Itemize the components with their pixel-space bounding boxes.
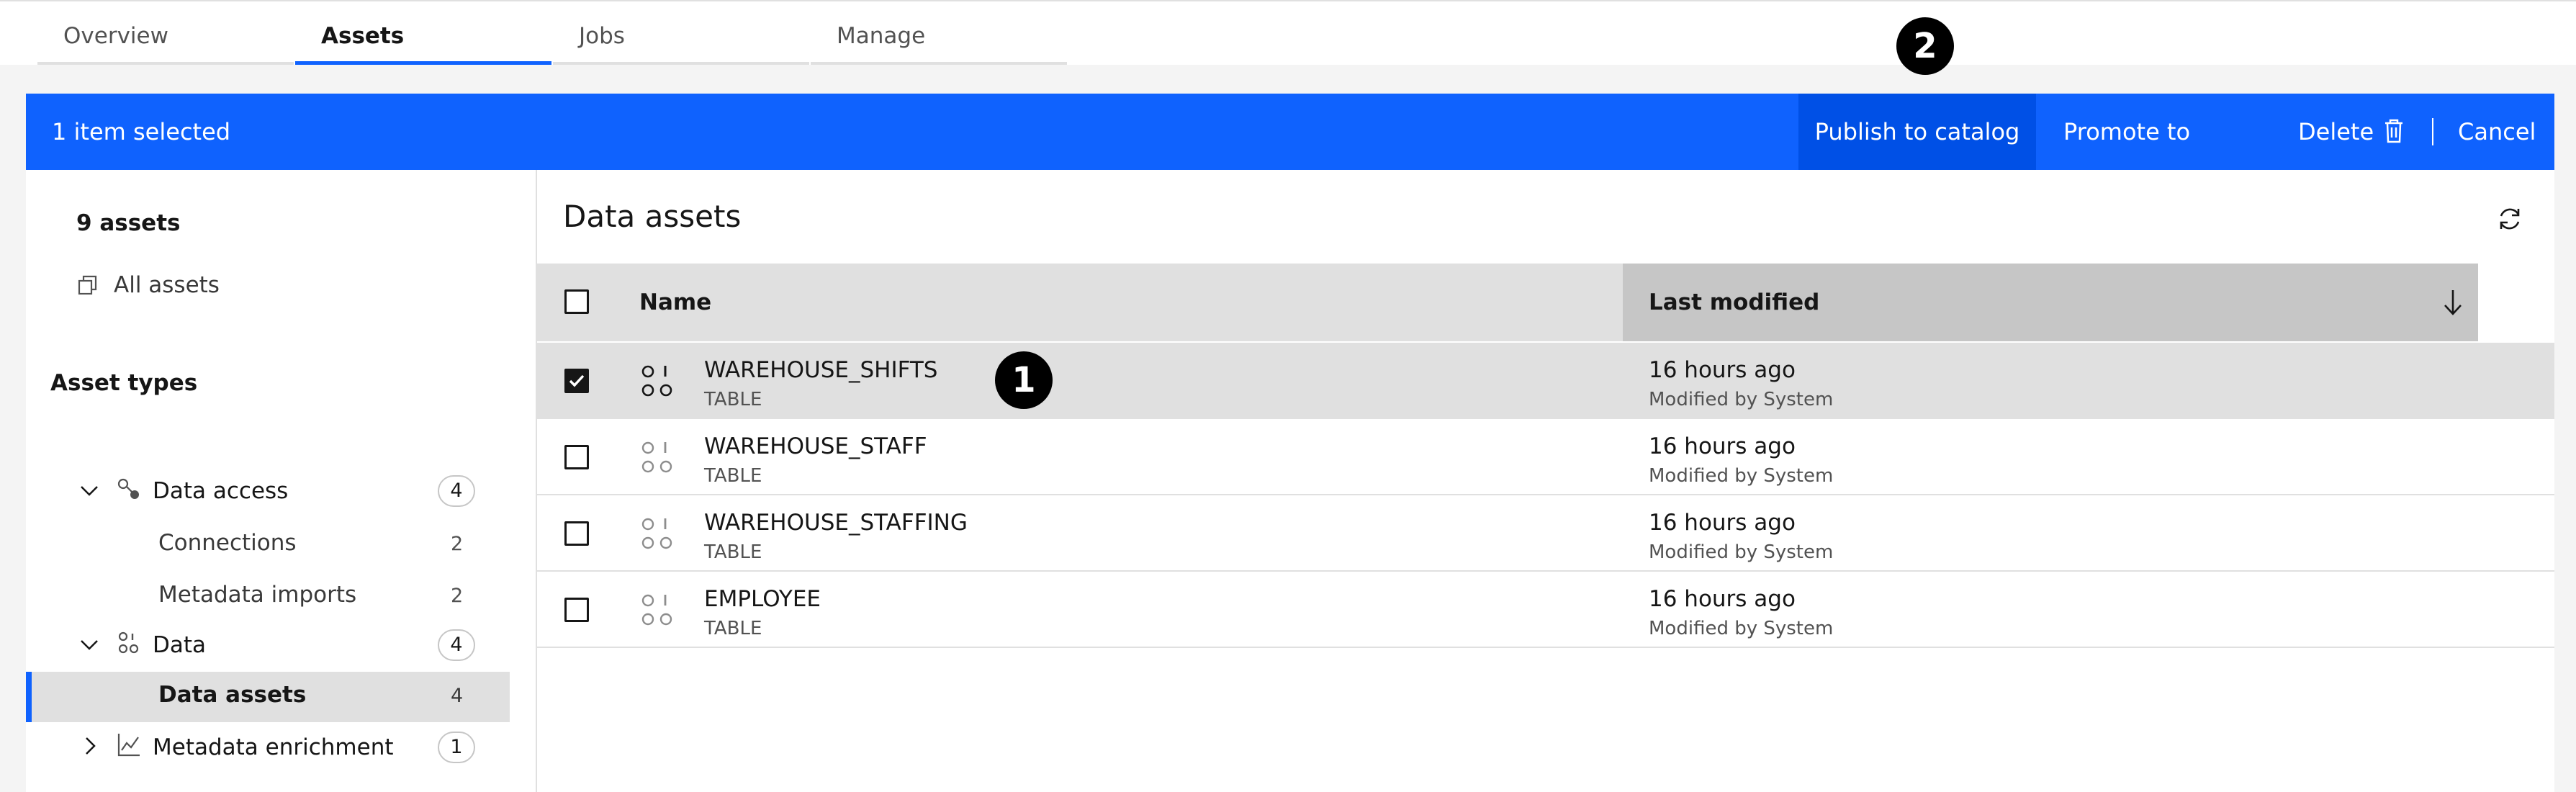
tab-label: Overview xyxy=(63,23,168,49)
asset-name[interactable]: WAREHOUSE_SHIFTS xyxy=(704,357,938,383)
data-count-pill: 4 xyxy=(438,629,475,661)
tab-bar: Overview Assets Jobs Manage xyxy=(0,0,2576,65)
row-checkbox[interactable] xyxy=(564,445,589,469)
data-label: Data xyxy=(153,632,207,658)
table-asset-icon xyxy=(641,594,672,626)
callout-badge-1: 1 xyxy=(995,351,1053,409)
modified-by: Modified by System xyxy=(1649,618,1834,639)
modified-by: Modified by System xyxy=(1649,465,1834,487)
delete-label: Delete xyxy=(2298,118,2374,145)
chevron-right-icon xyxy=(86,737,96,755)
trash-icon xyxy=(2385,119,2402,143)
tab-overview[interactable]: Overview xyxy=(37,3,294,65)
asset-count: 9 assets xyxy=(76,210,181,236)
publish-label: Publish to catalog xyxy=(1814,118,2020,145)
asset-name[interactable]: WAREHOUSE_STAFFING xyxy=(704,510,968,536)
delete-button[interactable]: Delete xyxy=(2298,94,2413,170)
cancel-button[interactable]: Cancel xyxy=(2458,94,2544,170)
selected-count: 1 item selected xyxy=(52,118,231,145)
data-assets-label: Data assets xyxy=(158,682,307,708)
tree-item-metadata-imports[interactable]: Metadata imports xyxy=(158,582,356,608)
metadata-enrichment-count-pill: 1 xyxy=(438,732,475,763)
action-divider xyxy=(2432,118,2433,145)
all-assets-link[interactable]: All assets xyxy=(76,271,364,314)
last-modified-value: 16 hours ago xyxy=(1649,357,1796,383)
asset-types-heading: Asset types xyxy=(50,370,198,396)
connections-count: 2 xyxy=(451,533,464,555)
column-header-name[interactable]: Name xyxy=(639,264,711,341)
asset-filter-sidebar: 9 assets All assets Asset types Data acc… xyxy=(26,170,537,792)
data-assets-count: 4 xyxy=(451,685,464,707)
batch-action-bar: 1 item selected Publish to catalog Promo… xyxy=(26,94,2554,222)
sort-descending-icon xyxy=(2444,290,2462,315)
row-checkbox[interactable] xyxy=(564,521,589,546)
last-modified-value: 16 hours ago xyxy=(1649,510,1796,536)
asset-name[interactable]: EMPLOYEE xyxy=(704,586,821,612)
tab-label: Jobs xyxy=(579,23,625,49)
asset-type: TABLE xyxy=(704,465,762,487)
asset-type: TABLE xyxy=(704,541,762,563)
data-access-label: Data access xyxy=(153,478,289,504)
data-access-count-pill: 4 xyxy=(438,475,475,507)
asset-type: TABLE xyxy=(704,618,762,639)
page-title: Data assets xyxy=(563,199,742,234)
row-checkbox[interactable] xyxy=(564,598,589,622)
asset-name[interactable]: WAREHOUSE_STAFF xyxy=(704,433,927,459)
table-row[interactable]: WAREHOUSE_STAFFING TABLE 16 hours ago Mo… xyxy=(537,495,2554,572)
data-access-icon xyxy=(117,478,139,499)
promote-to-space-button[interactable]: Promote to space xyxy=(2063,94,2265,222)
modified-by: Modified by System xyxy=(1649,541,1834,563)
data-assets-panel: Data assets Name Last modified WAREHOUSE… xyxy=(537,170,2554,792)
table-header: Name Last modified xyxy=(537,264,2478,341)
chevron-down-icon xyxy=(81,640,98,650)
publish-to-catalog-button[interactable]: Publish to catalog xyxy=(1798,94,2036,170)
cancel-label: Cancel xyxy=(2458,118,2536,145)
tab-label: Assets xyxy=(321,23,405,49)
table-row[interactable]: EMPLOYEE TABLE 16 hours ago Modified by … xyxy=(537,572,2554,648)
callout-badge-2: 2 xyxy=(1896,17,1954,75)
last-modified-value: 16 hours ago xyxy=(1649,433,1796,459)
tab-manage[interactable]: Manage xyxy=(811,3,1067,65)
tab-assets[interactable]: Assets xyxy=(295,3,551,65)
last-modified-value: 16 hours ago xyxy=(1649,586,1796,612)
last-modified-label: Last modified xyxy=(1649,289,1820,315)
all-assets-label: All assets xyxy=(114,272,220,298)
copy-icon xyxy=(78,275,97,295)
chart-icon xyxy=(117,734,140,757)
tree-item-data-assets[interactable]: Data assets 4 xyxy=(26,672,510,722)
tab-jobs[interactable]: Jobs xyxy=(553,3,809,65)
asset-type: TABLE xyxy=(704,389,762,410)
refresh-icon[interactable] xyxy=(2494,203,2526,235)
tab-label: Manage xyxy=(837,23,926,49)
tree-item-connections[interactable]: Connections xyxy=(158,530,297,556)
metadata-enrichment-label: Metadata enrichment xyxy=(153,734,394,760)
row-checkbox[interactable] xyxy=(564,369,589,393)
modified-by: Modified by System xyxy=(1649,389,1834,410)
checkmark-icon xyxy=(569,374,585,387)
table-asset-icon xyxy=(641,518,672,549)
table-row[interactable]: WAREHOUSE_STAFF TABLE 16 hours ago Modif… xyxy=(537,419,2554,495)
select-all-checkbox[interactable] xyxy=(564,289,589,314)
metadata-imports-count: 2 xyxy=(451,585,464,607)
column-header-last-modified[interactable]: Last modified xyxy=(1623,264,2478,341)
chevron-down-icon xyxy=(81,486,98,496)
data-icon xyxy=(118,631,139,654)
table-asset-icon xyxy=(641,441,672,473)
table-asset-icon xyxy=(641,365,672,397)
table-row[interactable]: WAREHOUSE_SHIFTS TABLE 16 hours ago Modi… xyxy=(537,343,2554,419)
